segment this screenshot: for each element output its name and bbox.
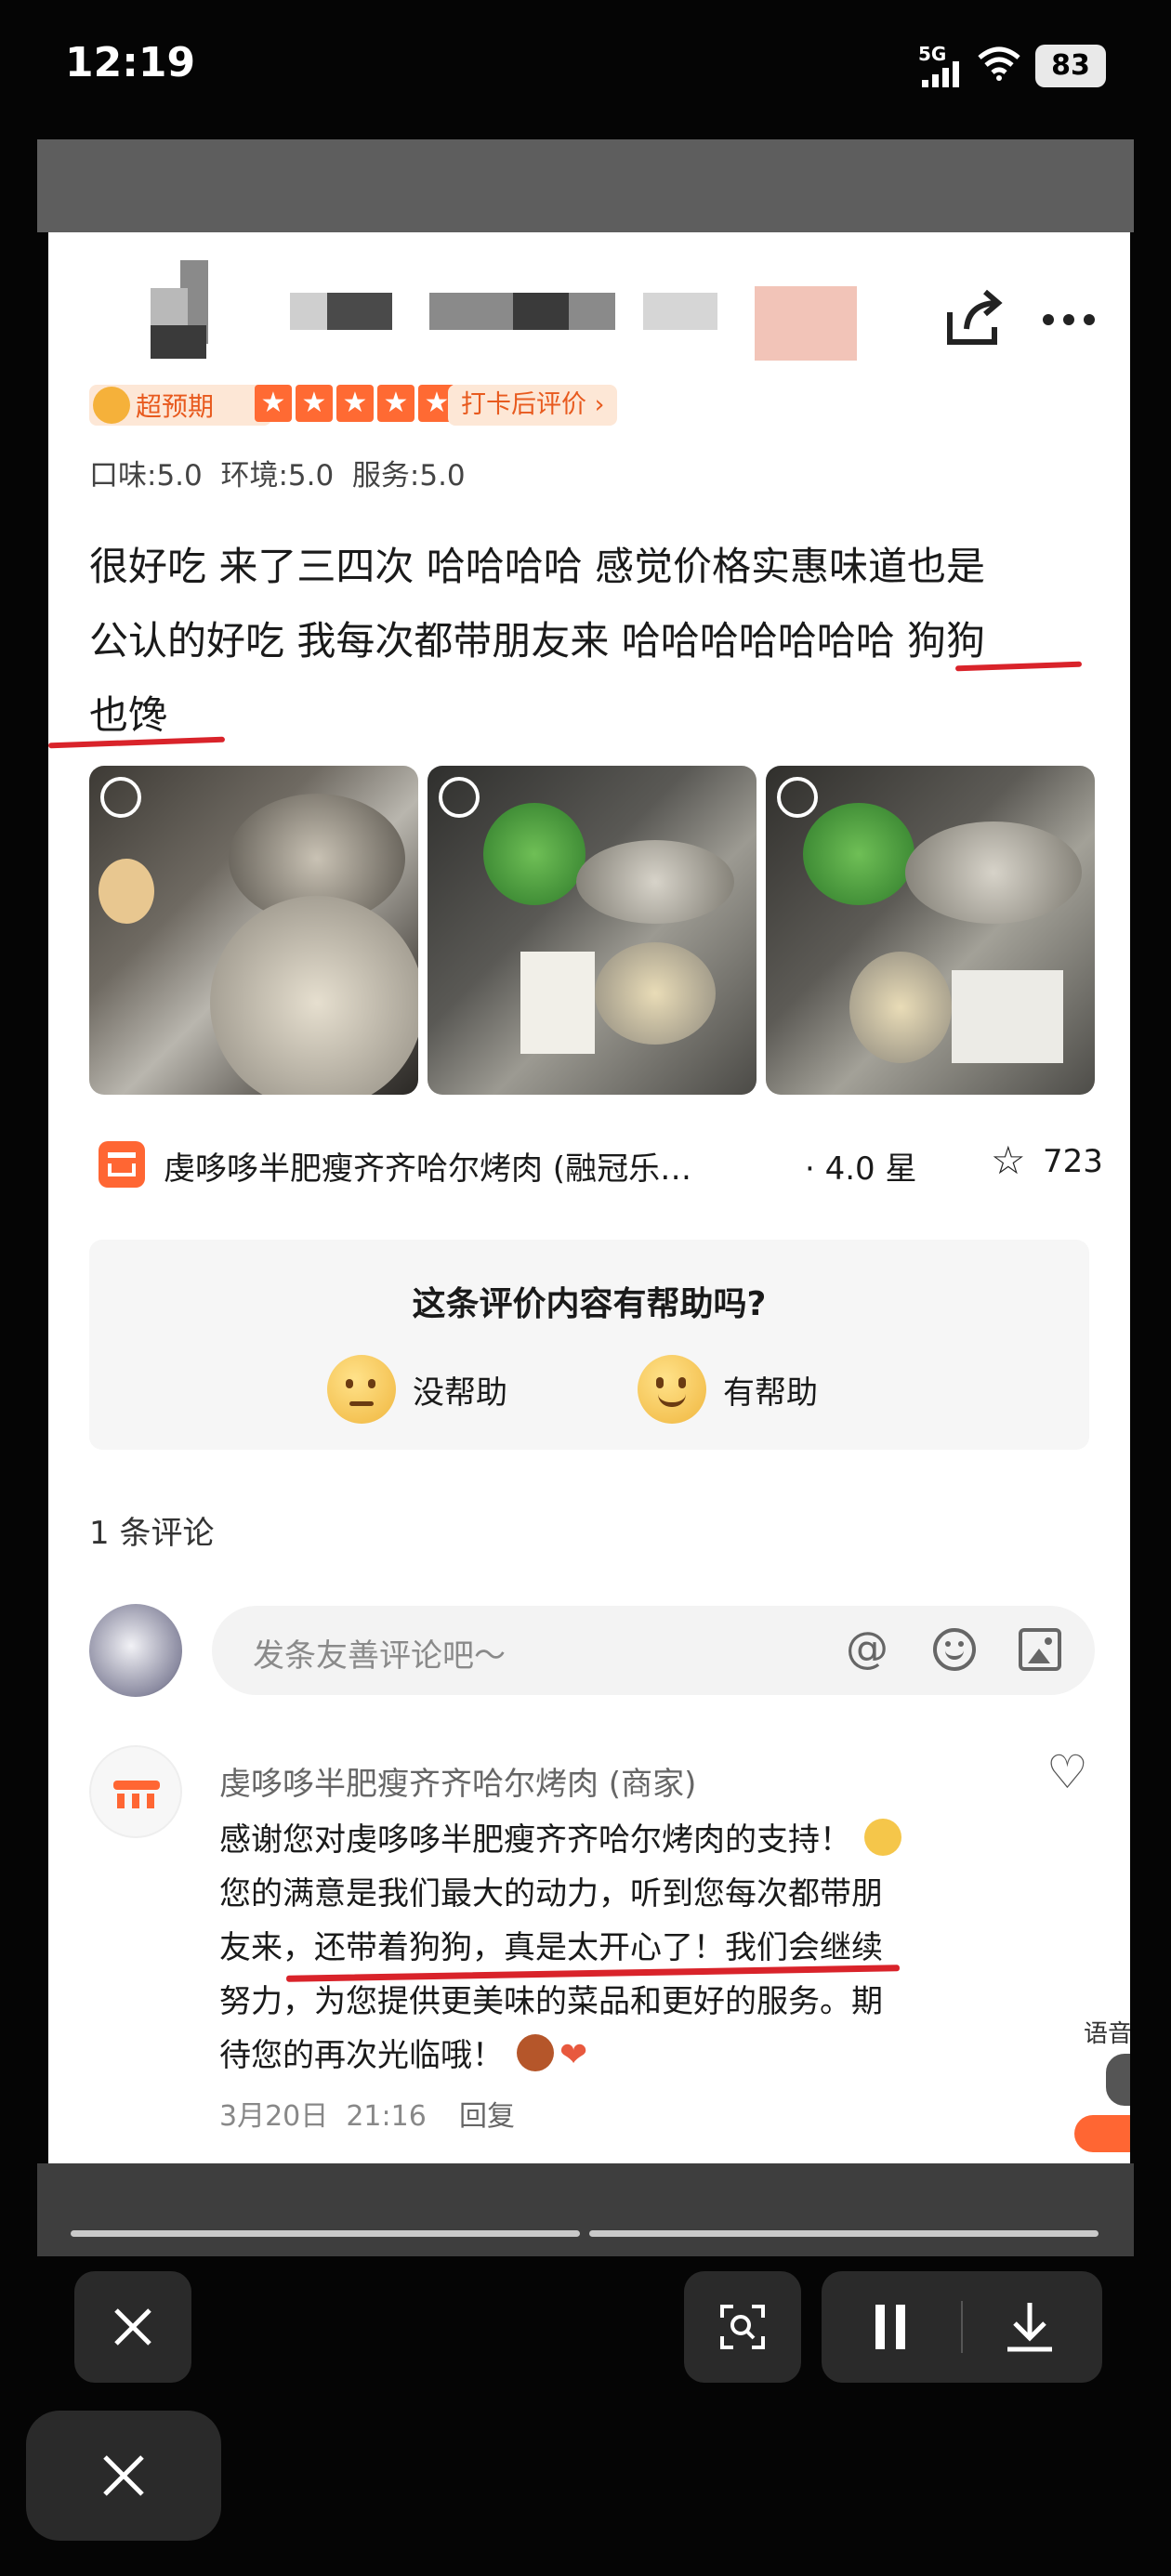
- badge-label: 超预期: [136, 391, 215, 422]
- progress-segment[interactable]: [71, 2230, 580, 2237]
- reply-text-line3: 友来，还带着狗狗，真是太开心了！我们会继续: [219, 1929, 883, 1966]
- emoji-icon[interactable]: [933, 1628, 976, 1671]
- scan-icon: [720, 2305, 765, 2349]
- review-text-line3: 也馋: [89, 692, 168, 738]
- scan-button[interactable]: [684, 2271, 801, 2383]
- reply-line1-text: 感谢您对虔哆哆半肥瘦齐齐哈尔烤肉的支持！: [219, 1821, 851, 1859]
- reply-text-line4: 努力，为您提供更美味的菜品和更好的服务。期: [219, 1983, 883, 2020]
- playback-controls: [822, 2271, 1102, 2383]
- helpful-label: 有帮助: [723, 1373, 818, 1412]
- mention-icon[interactable]: @: [846, 1623, 888, 1673]
- comment-input-placeholder: 发条友善评论吧～: [253, 1637, 506, 1675]
- review-photo[interactable]: [428, 766, 757, 1095]
- helpful-button[interactable]: 有帮助: [638, 1355, 818, 1424]
- live-photo-icon: [439, 777, 480, 818]
- voice-label[interactable]: 语音: [1084, 2015, 1130, 2049]
- voice-avatar: [1106, 2054, 1130, 2106]
- close-preview-button[interactable]: [74, 2271, 191, 2383]
- live-photo-icon: [100, 777, 141, 818]
- review-text-line2: 公认的好吃 我每次都带朋友来 哈哈哈哈哈哈哈 狗狗: [89, 618, 986, 664]
- not-helpful-label: 没帮助: [413, 1373, 507, 1412]
- meat-emoji-icon: [517, 2034, 554, 2071]
- reply-text-line5: 待您的再次光临哦！ ❤: [219, 2030, 587, 2075]
- star-icon: ★: [255, 385, 292, 422]
- shop-rating: · 4.0 星: [805, 1150, 917, 1188]
- status-time: 12:19: [65, 39, 196, 86]
- checkin-review-tag[interactable]: 打卡后评价 ›: [448, 385, 618, 426]
- reply-line5-text: 待您的再次光临哦！: [219, 2037, 504, 2074]
- star-icon: ★: [377, 385, 414, 422]
- dismiss-button[interactable]: [26, 2411, 221, 2541]
- battery-indicator: 83: [1035, 45, 1106, 87]
- download-button[interactable]: [993, 2299, 1067, 2355]
- share-icon[interactable]: [941, 286, 1006, 351]
- progress-segment[interactable]: [589, 2230, 1099, 2237]
- helpful-question: 这条评价内容有帮助吗?: [412, 1285, 767, 1323]
- heart-emoji-icon: ❤: [559, 2036, 588, 2074]
- shop-row[interactable]: 虔哆哆半肥瘦齐齐哈尔烤肉 (融冠乐… · 4.0 星 ☆ 723: [89, 1130, 1103, 1195]
- merchant-avatar: [89, 1745, 182, 1838]
- shop-icon: [99, 1141, 145, 1188]
- review-card: 超预期 ★ ★ ★ ★ ★ 打卡后评价 › 口味:5.0 环境:5.0 服务:5…: [48, 232, 1130, 2163]
- helpful-box: 这条评价内容有帮助吗? 没帮助 有帮助: [89, 1240, 1089, 1450]
- close-icon: [114, 2308, 151, 2346]
- star-icon: ★: [336, 385, 374, 422]
- expectation-badge: 超预期: [89, 385, 271, 426]
- like-heart-icon[interactable]: ♡: [1046, 1749, 1088, 1795]
- merchant-name[interactable]: 虔哆哆半肥瘦齐齐哈尔烤肉 (商家): [219, 1758, 696, 1804]
- image-icon[interactable]: [1019, 1628, 1061, 1671]
- wifi-icon: [978, 46, 1020, 81]
- badge-emoji-icon: [93, 387, 130, 424]
- comment-count: 1 条评论: [89, 1515, 215, 1552]
- more-icon[interactable]: [1041, 312, 1097, 327]
- reply-text-line1: 感谢您对虔哆哆半肥瘦齐齐哈尔烤肉的支持！: [219, 1814, 901, 1860]
- divider: [961, 2301, 963, 2353]
- reply-button[interactable]: 回复: [459, 2093, 515, 2134]
- reply-timestamp: 3月20日 21:16: [219, 2100, 427, 2133]
- video-bottom-bar: [37, 2163, 1134, 2256]
- status-bar: 12:19 5G 83: [0, 0, 1171, 130]
- shop-name[interactable]: 虔哆哆半肥瘦齐齐哈尔烤肉 (融冠乐…: [164, 1143, 691, 1189]
- star-icon: ★: [296, 385, 333, 422]
- not-helpful-button[interactable]: 没帮助: [327, 1355, 507, 1424]
- pause-icon: [875, 2305, 905, 2349]
- voice-play-button[interactable]: [1074, 2115, 1130, 2152]
- comment-input[interactable]: 发条友善评论吧～ @: [212, 1606, 1095, 1695]
- pause-button[interactable]: [859, 2299, 924, 2355]
- live-photo-icon: [777, 777, 818, 818]
- smile-emoji-icon: [864, 1819, 901, 1856]
- review-text-line1: 很好吃 来了三四次 哈哈哈哈 感觉价格实惠味道也是: [89, 544, 986, 589]
- star-rating: ★ ★ ★ ★ ★: [255, 385, 455, 426]
- close-icon: [103, 2455, 144, 2496]
- confused-face-icon: [327, 1355, 396, 1424]
- review-scores: 口味:5.0 环境:5.0 服务:5.0: [89, 459, 466, 493]
- signal-icon: [922, 61, 959, 87]
- review-photo[interactable]: [766, 766, 1095, 1095]
- favorite-count: 723: [1043, 1143, 1103, 1180]
- review-photo[interactable]: [89, 766, 418, 1095]
- download-icon: [1007, 2303, 1052, 2352]
- video-top-bar: [37, 139, 1134, 232]
- star-outline-icon[interactable]: ☆: [991, 1137, 1026, 1183]
- happy-face-icon: [638, 1355, 706, 1424]
- user-avatar: [89, 1604, 182, 1697]
- reply-text-line2: 您的满意是我们最大的动力，听到您每次都带朋: [219, 1875, 883, 1912]
